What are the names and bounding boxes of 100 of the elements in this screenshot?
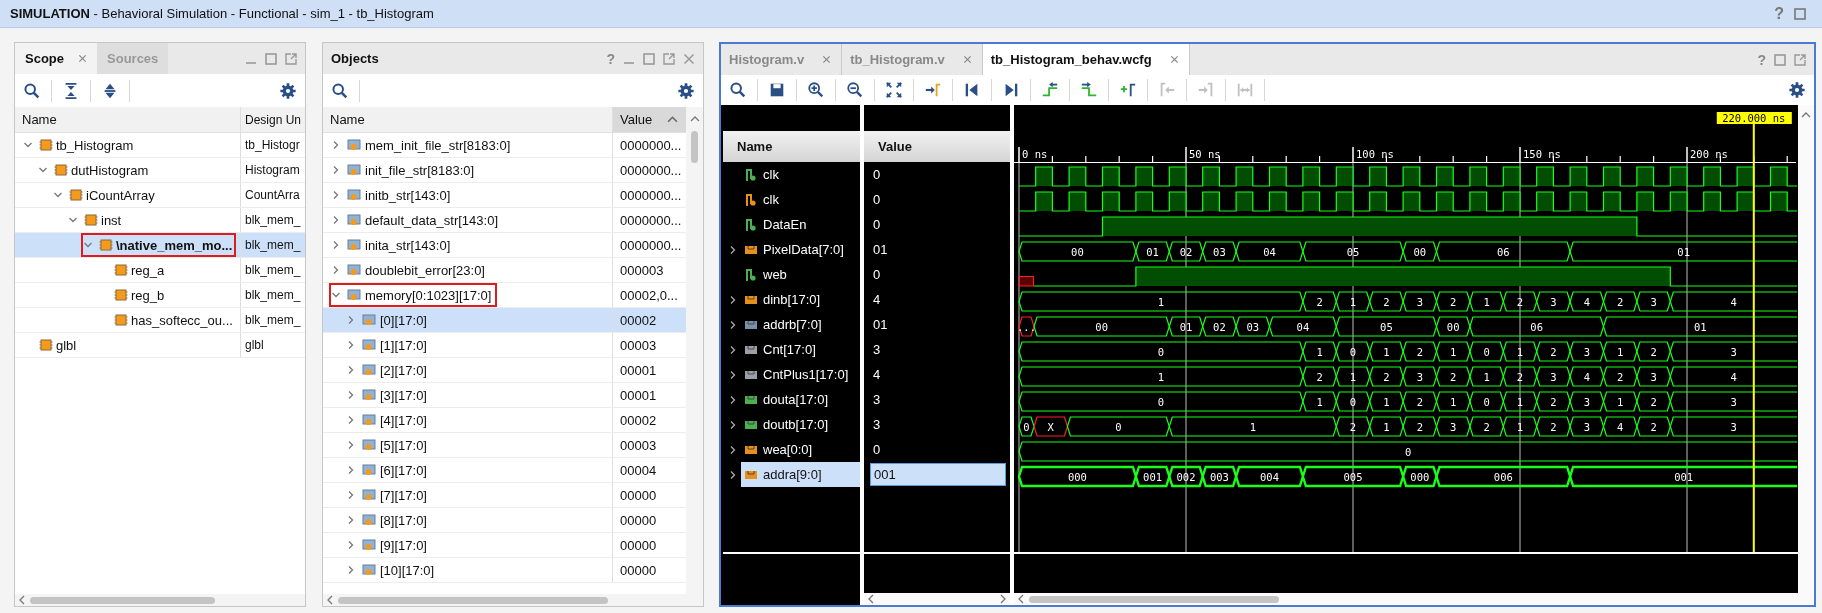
chevron-icon[interactable]: [346, 490, 356, 500]
vertical-scrollbar[interactable]: [1798, 105, 1814, 605]
chevron-icon[interactable]: [331, 215, 341, 225]
object-row[interactable]: [9][17:0] 00000: [323, 533, 686, 558]
scroll-left-icon[interactable]: [18, 595, 26, 605]
object-row[interactable]: [5][17:0] 00003: [323, 433, 686, 458]
panel-tab[interactable]: Scope: [15, 43, 97, 74]
chevron-icon[interactable]: [331, 140, 341, 150]
object-row[interactable]: mem_init_file_str[8183:0] 0000000...: [323, 133, 686, 158]
chevron-icon[interactable]: [346, 565, 356, 575]
tree-row[interactable]: dutHistogram Histogram: [15, 158, 305, 183]
chevron-icon[interactable]: [53, 190, 63, 200]
search-icon[interactable]: [23, 81, 41, 100]
settings-icon[interactable]: [1788, 81, 1806, 99]
editor-tab[interactable]: tb_Histogram_behav.wcfg: [982, 44, 1190, 75]
signal-name-row[interactable]: wea[0:0]: [741, 437, 860, 462]
float-icon[interactable]: [285, 52, 297, 65]
scrollbar-thumb[interactable]: [30, 596, 215, 604]
save-icon[interactable]: [768, 81, 786, 99]
scroll-left-icon[interactable]: [867, 594, 875, 604]
signal-name-row[interactable]: PixelData[7:0]: [741, 237, 860, 262]
tree-row[interactable]: \native_mem_mo... blk_mem_: [15, 233, 305, 258]
chevron-icon[interactable]: [728, 344, 738, 355]
horizontal-scrollbar[interactable]: [15, 594, 305, 606]
column-header[interactable]: Value: [864, 131, 1010, 162]
float-icon[interactable]: [1794, 53, 1806, 66]
signal-name-row[interactable]: dinb[17:0]: [741, 287, 860, 312]
object-row[interactable]: [7][17:0] 00000: [323, 483, 686, 508]
column-header[interactable]: Name: [723, 131, 860, 162]
chevron-icon[interactable]: [331, 190, 341, 200]
maximize-icon[interactable]: [1794, 7, 1806, 20]
close-icon[interactable]: [78, 54, 87, 63]
close-icon[interactable]: [962, 55, 972, 64]
chevron-icon[interactable]: [346, 540, 356, 550]
step-left-icon[interactable]: [1041, 81, 1059, 99]
chevron-icon[interactable]: [728, 469, 738, 480]
chevron-icon[interactable]: [68, 215, 78, 225]
tree-row[interactable]: reg_a blk_mem_: [15, 258, 305, 283]
tree-row[interactable]: reg_b blk_mem_: [15, 283, 305, 308]
chevron-icon[interactable]: [728, 369, 738, 380]
object-row[interactable]: [2][17:0] 00001: [323, 358, 686, 383]
chevron-icon[interactable]: [331, 265, 341, 275]
scroll-up-icon[interactable]: [689, 115, 700, 123]
maximize-icon[interactable]: [1774, 53, 1786, 66]
maximize-icon[interactable]: [265, 52, 277, 65]
scrollbar-thumb[interactable]: [338, 596, 608, 604]
cursor-line[interactable]: [1752, 122, 1755, 552]
object-row[interactable]: [8][17:0] 00000: [323, 508, 686, 533]
chevron-icon[interactable]: [23, 140, 33, 150]
column-header[interactable]: Value: [613, 107, 686, 132]
object-row[interactable]: default_data_str[143:0] 0000000...: [323, 208, 686, 233]
column-header[interactable]: Design Un: [241, 107, 305, 132]
signal-name-row[interactable]: clk: [741, 187, 860, 212]
scroll-up-icon[interactable]: [1801, 111, 1811, 119]
tree-row[interactable]: tb_Histogram tb_Histogr: [15, 133, 305, 158]
chevron-icon[interactable]: [346, 440, 356, 450]
close-icon[interactable]: [683, 52, 695, 65]
horizontal-scrollbar[interactable]: [323, 594, 703, 606]
arrow-bracket-icon[interactable]: [924, 81, 942, 99]
signal-name-row[interactable]: clk: [741, 162, 860, 187]
chevron-icon[interactable]: [346, 340, 356, 350]
chevron-icon[interactable]: [331, 290, 341, 300]
object-row[interactable]: [10][17:0] 00000: [323, 558, 686, 583]
chevron-icon[interactable]: [346, 465, 356, 475]
close-icon[interactable]: [1169, 55, 1179, 64]
object-row[interactable]: init_file_str[8183:0] 0000000...: [323, 158, 686, 183]
chevron-icon[interactable]: [728, 444, 738, 455]
chevron-icon[interactable]: [728, 294, 738, 305]
chevron-icon[interactable]: [38, 165, 48, 175]
object-row[interactable]: [6][17:0] 00004: [323, 458, 686, 483]
scroll-left-icon[interactable]: [1017, 594, 1025, 604]
signal-name-row[interactable]: doutb[17:0]: [741, 412, 860, 437]
scroll-right-icon[interactable]: [999, 594, 1007, 604]
object-row[interactable]: initb_str[143:0] 0000000...: [323, 183, 686, 208]
search-icon[interactable]: [729, 81, 747, 99]
chevron-icon[interactable]: [728, 419, 738, 430]
tree-row[interactable]: has_softecc_ou... blk_mem_: [15, 308, 305, 333]
signal-name-row[interactable]: addrb[7:0]: [741, 312, 860, 337]
chevron-icon[interactable]: [728, 319, 738, 330]
tree-row[interactable]: glbl glbl: [15, 333, 305, 358]
signal-name-row[interactable]: DataEn: [741, 212, 860, 237]
chevron-icon[interactable]: [728, 244, 738, 255]
signal-name-row[interactable]: douta[17:0]: [741, 387, 860, 412]
zoom-in-icon[interactable]: [807, 81, 825, 99]
signal-name-row[interactable]: CntPlus1[17:0]: [741, 362, 860, 387]
tree-row[interactable]: iCountArray CountArra: [15, 183, 305, 208]
settings-icon[interactable]: [677, 81, 695, 100]
object-row[interactable]: inita_str[143:0] 0000000...: [323, 233, 686, 258]
settings-icon[interactable]: [279, 81, 297, 100]
object-row[interactable]: [4][17:0] 00002: [323, 408, 686, 433]
vertical-scrollbar[interactable]: [686, 107, 703, 594]
signal-name-row[interactable]: addra[9:0]: [741, 462, 860, 487]
signal-name-row[interactable]: web: [741, 262, 860, 287]
step-right-icon[interactable]: [1080, 81, 1098, 99]
horizontal-scrollbar[interactable]: [864, 593, 1010, 605]
chevron-icon[interactable]: [346, 390, 356, 400]
chevron-icon[interactable]: [728, 394, 738, 405]
chevron-icon[interactable]: [346, 365, 356, 375]
horizontal-scrollbar[interactable]: [1014, 593, 1798, 605]
scrollbar-thumb[interactable]: [691, 131, 698, 163]
